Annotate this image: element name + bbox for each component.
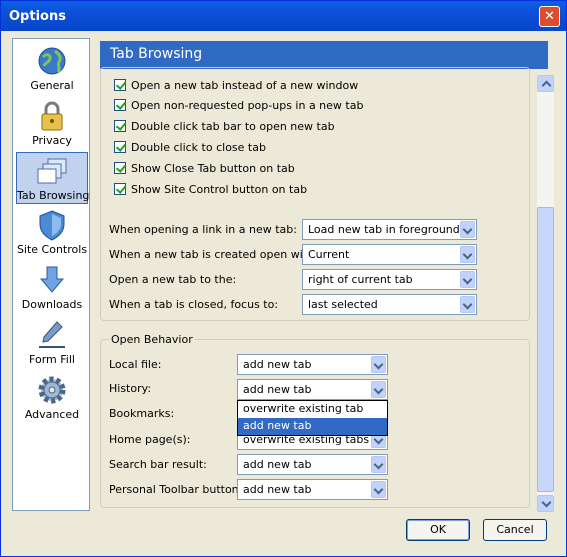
cancel-button[interactable]: Cancel <box>483 519 547 541</box>
sidebar-item-advanced[interactable]: Advanced <box>16 372 88 424</box>
category-list: General Privacy Tab Browsing Site Contro… <box>12 38 90 511</box>
checkbox-label: Double click to close tab <box>131 141 266 154</box>
select-label-open-link: When opening a link in a new tab: <box>109 223 297 236</box>
group-legend: Open Behavior <box>109 333 195 346</box>
chevron-down-icon[interactable] <box>371 481 386 498</box>
label-search-bar-result: Search bar result: <box>109 458 207 471</box>
sidebar-item-downloads[interactable]: Downloads <box>16 262 88 314</box>
bookmarks-dropdown-list[interactable]: overwrite existing tab add new tab <box>237 400 388 436</box>
sidebar-item-form-fill[interactable]: Form Fill <box>16 317 88 369</box>
chevron-down-icon[interactable] <box>460 296 475 313</box>
label-history: History: <box>109 382 152 395</box>
sidebar-item-label: Form Fill <box>29 353 75 366</box>
checkbox-label: Show Close Tab button on tab <box>131 162 295 175</box>
globe-icon <box>38 47 66 75</box>
vertical-scrollbar[interactable] <box>537 75 554 512</box>
select-new-tab-position[interactable]: right of current tab <box>302 269 477 290</box>
checkbox-checked-icon[interactable] <box>114 162 126 174</box>
select-focus-on-close[interactable]: last selected <box>302 294 477 315</box>
label-home-pages: Home page(s): <box>109 433 191 446</box>
sidebar-item-label: General <box>30 79 74 92</box>
pen-icon <box>39 321 65 348</box>
checkbox-checked-icon[interactable] <box>114 120 126 132</box>
sidebar-item-tab-browsing[interactable]: Tab Browsing <box>16 152 90 204</box>
checkbox-checked-icon[interactable] <box>114 79 126 91</box>
chevron-down-icon[interactable] <box>460 271 475 288</box>
ok-button[interactable]: OK <box>406 519 470 541</box>
select-open-link[interactable]: Load new tab in foreground <box>302 219 477 240</box>
page-title: Tab Browsing <box>100 41 548 69</box>
select-value: last selected <box>308 298 378 311</box>
select-value: right of current tab <box>308 273 413 286</box>
select-label-new-tab-position: Open a new tab to the: <box>109 273 237 286</box>
checkbox-show-close-button[interactable]: Show Close Tab button on tab <box>114 162 295 178</box>
chevron-down-icon[interactable] <box>371 381 386 398</box>
scroll-thumb[interactable] <box>537 207 554 492</box>
sidebar-item-label: Privacy <box>32 134 72 147</box>
options-window: Options ✕ General Privacy Tab Browsing S… <box>0 0 567 557</box>
label-personal-toolbar: Personal Toolbar button: <box>109 483 243 496</box>
select-value: Current <box>308 248 350 261</box>
select-value: Load new tab in foreground <box>308 223 460 236</box>
checkbox-label: Open a new tab instead of a new window <box>131 79 359 92</box>
chevron-down-icon[interactable] <box>460 221 475 238</box>
checkbox-show-site-control[interactable]: Show Site Control button on tab <box>114 183 307 199</box>
gear-icon <box>38 376 66 404</box>
tabs-icon <box>37 158 67 184</box>
close-button[interactable]: ✕ <box>539 6 560 27</box>
select-value: add new tab <box>243 483 312 496</box>
chevron-down-icon[interactable] <box>371 456 386 473</box>
chevron-down-icon[interactable] <box>460 246 475 263</box>
sidebar-item-label: Tab Browsing <box>17 189 90 202</box>
select-value: add new tab <box>243 458 312 471</box>
title-bar[interactable]: Options ✕ <box>1 1 566 31</box>
select-value: add new tab <box>243 383 312 396</box>
checkbox-label: Show Site Control button on tab <box>131 183 308 196</box>
sidebar-item-general[interactable]: General <box>16 43 88 95</box>
select-new-tab-open-with[interactable]: Current <box>302 244 477 265</box>
sidebar-item-site-controls[interactable]: Site Controls <box>16 207 88 259</box>
select-history[interactable]: add new tab <box>237 379 388 400</box>
sidebar-item-privacy[interactable]: Privacy <box>16 98 88 150</box>
dropdown-option-highlighted[interactable]: add new tab <box>238 418 387 435</box>
checkbox-checked-icon[interactable] <box>114 183 126 195</box>
chevron-down-icon[interactable] <box>371 356 386 373</box>
checkbox-open-new-tab[interactable]: Open a new tab instead of a new window <box>114 79 358 95</box>
select-value: add new tab <box>243 358 312 371</box>
scroll-down-icon[interactable] <box>537 495 554 512</box>
scroll-up-icon[interactable] <box>537 75 554 92</box>
checkbox-checked-icon[interactable] <box>114 141 126 153</box>
download-arrow-icon <box>39 266 65 293</box>
lock-icon <box>41 101 63 131</box>
checkbox-label: Double click tab bar to open new tab <box>131 120 335 133</box>
select-label-new-tab-open-with: When a new tab is created open with: <box>109 248 318 261</box>
select-label-focus-on-close: When a tab is closed, focus to: <box>109 298 279 311</box>
sidebar-item-label: Downloads <box>21 298 83 311</box>
checkbox-popups-new-tab[interactable]: Open non-requested pop-ups in a new tab <box>114 99 363 115</box>
label-local-file: Local file: <box>109 358 162 371</box>
checkbox-dblclick-tabbar[interactable]: Double click tab bar to open new tab <box>114 120 335 136</box>
select-personal-toolbar[interactable]: add new tab <box>237 479 388 500</box>
checkbox-dblclick-close[interactable]: Double click to close tab <box>114 141 266 157</box>
label-bookmarks: Bookmarks: <box>109 407 175 420</box>
select-local-file[interactable]: add new tab <box>237 354 388 375</box>
window-title: Options <box>9 9 66 24</box>
select-search-bar-result[interactable]: add new tab <box>237 454 388 475</box>
dropdown-option[interactable]: overwrite existing tab <box>238 401 387 418</box>
shield-icon <box>39 210 65 241</box>
checkbox-label: Open non-requested pop-ups in a new tab <box>131 99 364 112</box>
sidebar-item-label: Site Controls <box>16 243 88 256</box>
checkbox-checked-icon[interactable] <box>114 99 126 111</box>
sidebar-item-label: Advanced <box>24 408 80 421</box>
